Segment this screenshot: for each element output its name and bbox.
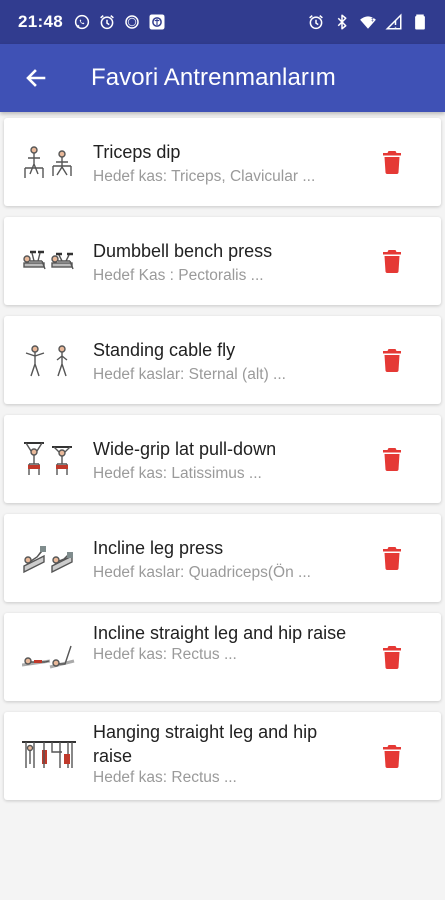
exercise-target: Hedef Kas : Pectoralis ... bbox=[93, 267, 264, 284]
delete-button[interactable] bbox=[378, 148, 406, 176]
exercise-thumbnail bbox=[22, 741, 76, 768]
list-item[interactable]: Triceps dip Hedef kas: Triceps, Clavicul… bbox=[4, 118, 441, 206]
delete-button[interactable] bbox=[378, 742, 406, 770]
list-item[interactable]: Incline leg press Hedef kaslar: Quadrice… bbox=[4, 514, 441, 602]
delete-button[interactable] bbox=[378, 247, 406, 275]
exercise-target: Hedef kaslar: Sternal (alt) ... bbox=[93, 366, 286, 383]
wifi-icon: ↕ bbox=[360, 16, 376, 29]
alarm-icon bbox=[309, 15, 323, 30]
exercise-thumbnail bbox=[25, 345, 68, 377]
back-button[interactable] bbox=[0, 44, 72, 112]
exercise-text: Hanging straight leg and hip raise Hedef… bbox=[93, 720, 361, 788]
exercise-text: Standing cable fly Hedef kaslar: Sternal… bbox=[93, 338, 361, 385]
exercise-text: Wide-grip lat pull-down Hedef kas: Latis… bbox=[93, 437, 361, 484]
list-item[interactable]: Incline straight leg and hip raise Hedef… bbox=[4, 613, 441, 701]
exercise-title: Incline straight leg and hip raise bbox=[93, 623, 347, 643]
exercise-text: Incline straight leg and hip raise Hedef… bbox=[93, 621, 361, 665]
delete-button[interactable] bbox=[378, 445, 406, 473]
exercise-text: Dumbbell bench press Hedef Kas : Pectora… bbox=[93, 239, 361, 286]
trash-icon bbox=[383, 448, 401, 471]
delete-button[interactable] bbox=[378, 643, 406, 671]
exercise-target: Hedef kas: Latissimus ... bbox=[93, 465, 262, 482]
trash-icon bbox=[383, 250, 401, 273]
list-item[interactable]: Standing cable fly Hedef kaslar: Sternal… bbox=[4, 316, 441, 404]
status-system-icons: ↕ bbox=[307, 13, 429, 31]
exercise-text: Triceps dip Hedef kas: Triceps, Clavicul… bbox=[93, 140, 361, 187]
status-bar: 21:48 ↕ bbox=[0, 0, 445, 44]
exercise-target: Hedef kas: Rectus ... bbox=[93, 646, 237, 663]
trash-icon bbox=[383, 646, 401, 669]
trash-icon bbox=[383, 349, 401, 372]
bluetooth-icon bbox=[337, 14, 347, 30]
exercise-title: Incline leg press bbox=[93, 538, 224, 558]
trash-icon bbox=[383, 151, 401, 174]
list-item[interactable]: Dumbbell bench press Hedef Kas : Pectora… bbox=[4, 217, 441, 305]
battery-icon bbox=[415, 14, 425, 30]
exercise-target: Hedef kas: Triceps, Clavicular ... bbox=[93, 168, 316, 185]
exercise-thumbnail bbox=[24, 146, 72, 178]
status-notification-icons bbox=[73, 13, 166, 31]
arrow-back-icon bbox=[26, 69, 46, 87]
signal-icon bbox=[385, 13, 402, 30]
app-bar: Favori Antrenmanlarım bbox=[0, 44, 445, 112]
page-title: Favori Antrenmanlarım bbox=[91, 64, 336, 91]
delete-button[interactable] bbox=[378, 346, 406, 374]
exercise-thumbnail bbox=[23, 546, 73, 574]
list-item[interactable]: Hanging straight leg and hip raise Hedef… bbox=[4, 712, 441, 800]
exercise-thumbnail bbox=[22, 645, 75, 669]
exercise-text: Incline leg press Hedef kaslar: Quadrice… bbox=[93, 536, 361, 583]
exercise-thumbnail bbox=[23, 250, 74, 270]
status-time: 21:48 bbox=[18, 12, 63, 31]
exercise-title: Wide-grip lat pull-down bbox=[93, 439, 277, 459]
exercise-title: Standing cable fly bbox=[93, 340, 236, 360]
alarm-icon bbox=[100, 15, 114, 30]
delete-button[interactable] bbox=[378, 544, 406, 572]
trash-icon bbox=[383, 745, 401, 768]
exercise-target: Hedef kas: Rectus ... bbox=[93, 769, 237, 786]
exercise-title: Hanging straight leg and hip raise bbox=[93, 722, 318, 766]
exercise-target: Hedef kaslar: Quadriceps(Ön ... bbox=[93, 564, 311, 581]
whatsapp-icon bbox=[74, 14, 90, 30]
svg-text:↕: ↕ bbox=[370, 17, 374, 23]
exercise-title: Triceps dip bbox=[93, 142, 181, 162]
exercise-thumbnail bbox=[24, 442, 72, 475]
list-item[interactable]: Wide-grip lat pull-down Hedef kas: Latis… bbox=[4, 415, 441, 503]
exercise-title: Dumbbell bench press bbox=[93, 241, 273, 261]
app-badge-icon bbox=[149, 14, 165, 30]
trash-icon bbox=[383, 547, 401, 570]
circle-icon bbox=[125, 15, 139, 29]
